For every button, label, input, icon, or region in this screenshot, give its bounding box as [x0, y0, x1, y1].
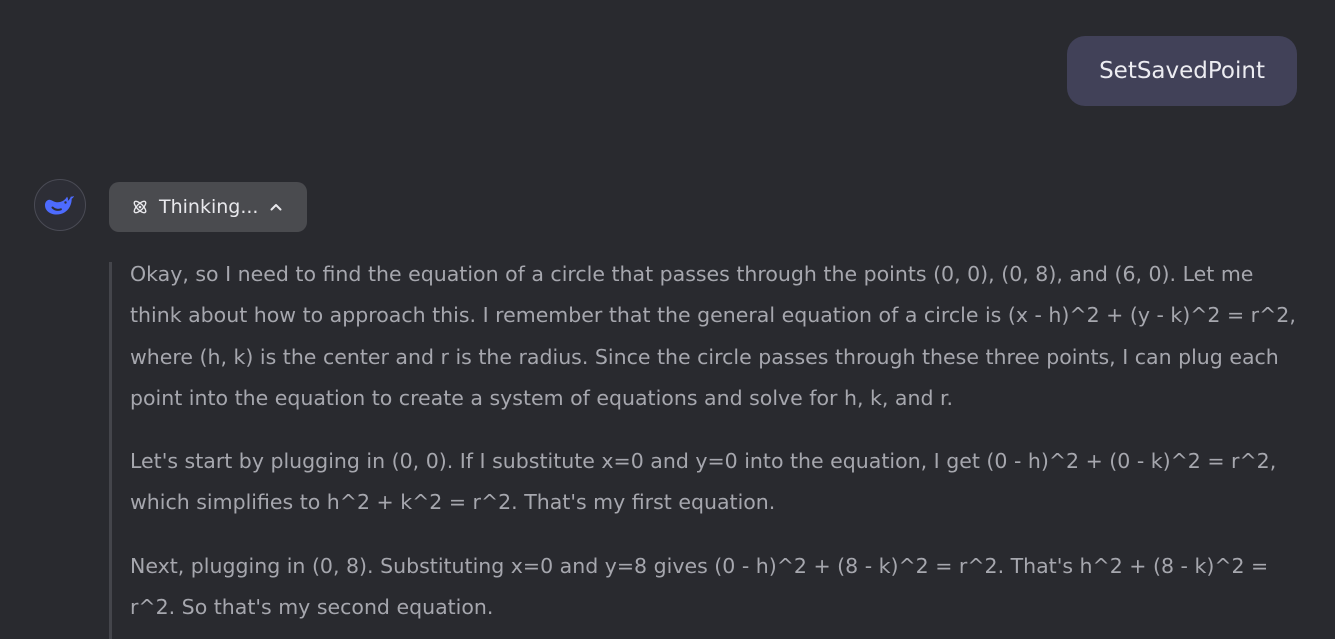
- thinking-paragraph: Okay, so I need to find the equation of …: [130, 262, 1296, 410]
- user-message-text: SetSavedPoint: [1099, 58, 1265, 84]
- deepseek-whale-icon: [45, 196, 74, 215]
- chevron-up-icon: [268, 199, 284, 215]
- thinking-paragraph: Let's start by plugging in (0, 0). If I …: [130, 449, 1277, 515]
- thinking-toggle-button[interactable]: Thinking...: [109, 182, 307, 232]
- thinking-label: Thinking...: [159, 196, 259, 218]
- chat-view: SetSavedPoint Thinking... Okay, so I nee…: [0, 0, 1335, 639]
- user-message-bubble: SetSavedPoint: [1067, 36, 1297, 106]
- thinking-paragraph: Next, plugging in (0, 8). Substituting x…: [130, 553, 1269, 620]
- assistant-avatar: [34, 179, 86, 231]
- thinking-content: Okay, so I need to find the equation of …: [109, 262, 1299, 639]
- atom-icon: [131, 198, 149, 216]
